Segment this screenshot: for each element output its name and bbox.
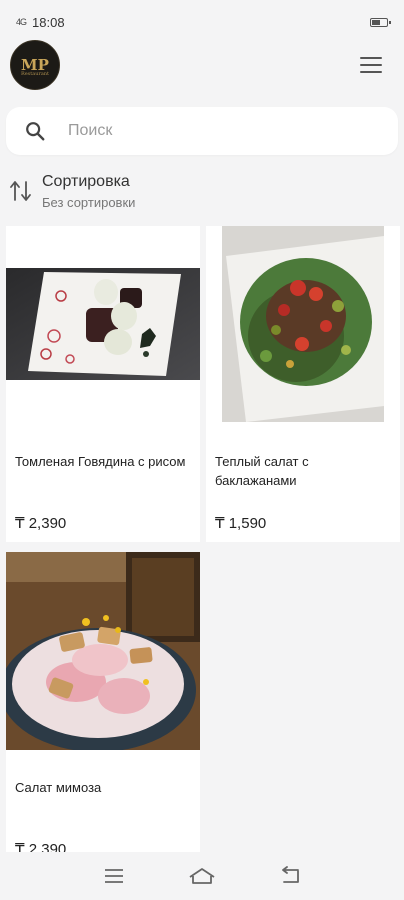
home-icon[interactable] [188,864,216,888]
back-icon[interactable] [276,864,304,888]
sort-control[interactable]: Сортировка Без сортировки [6,166,398,216]
system-nav-bar [0,852,404,900]
search-bar[interactable] [6,107,398,155]
signal-icon: 4G [16,17,27,27]
restaurant-logo[interactable]: MP Restaurant [10,40,60,90]
product-grid: Томленая Говядина с рисом ₸ 2,390 Теплый… [6,226,400,868]
product-image [6,226,200,424]
battery-icon [370,17,391,27]
search-input[interactable] [68,122,348,140]
hamburger-menu-icon[interactable] [360,57,382,73]
recent-apps-icon[interactable] [100,864,128,888]
product-card[interactable]: Томленая Говядина с рисом ₸ 2,390 [6,226,200,542]
product-image [206,226,400,424]
product-card[interactable]: Салат мимоза ₸ 2,390 [6,552,200,868]
product-name: Теплый салат с баклажанами [215,454,309,488]
product-image [6,552,200,750]
status-bar: 4G 18:08 [0,0,404,44]
status-time: 18:08 [32,14,65,30]
logo-subtitle: Restaurant [20,71,50,77]
product-price: ₸ 1,590 [215,515,267,532]
sort-subtitle: Без сортировки [42,194,136,210]
product-name: Салат мимоза [15,780,102,795]
app-header: MP Restaurant [0,40,404,92]
product-price: ₸ 2,390 [15,515,67,532]
sort-title: Сортировка [42,172,130,190]
product-card[interactable]: Теплый салат с баклажанами ₸ 1,590 [206,226,400,542]
product-name: Томленая Говядина с рисом [15,454,186,469]
search-icon [26,122,45,141]
sort-arrows-icon [10,181,31,201]
